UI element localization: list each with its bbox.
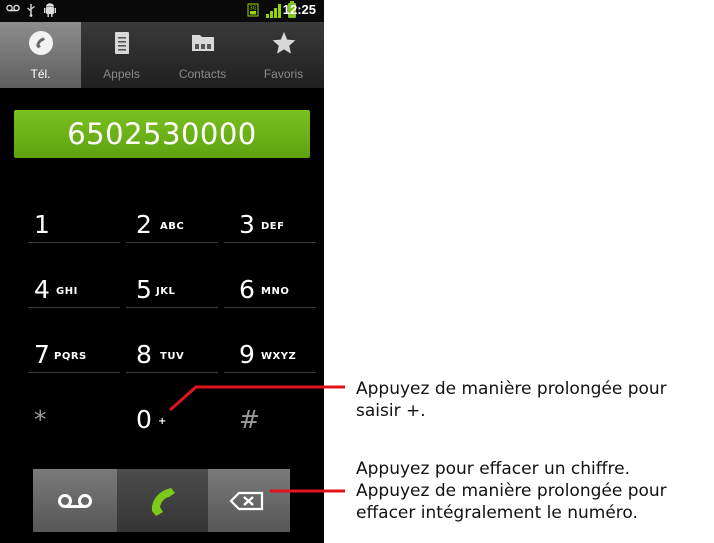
callout-text: Appuyez de manière prolongée pour: [356, 379, 667, 399]
callout-backspace: Appuyez pour effacer un chiffre. Appuyez…: [356, 458, 667, 524]
callout-text: effacer intégralement le numéro.: [356, 503, 638, 523]
callout-line-zero: [169, 385, 345, 412]
callout-text: Appuyez pour effacer un chiffre.: [356, 459, 630, 479]
callout-zero: Appuyez de manière prolongée pour saisir…: [356, 378, 667, 422]
callout-text: saisir +.: [356, 401, 426, 421]
callout-text: Appuyez de manière prolongée pour: [356, 481, 667, 501]
